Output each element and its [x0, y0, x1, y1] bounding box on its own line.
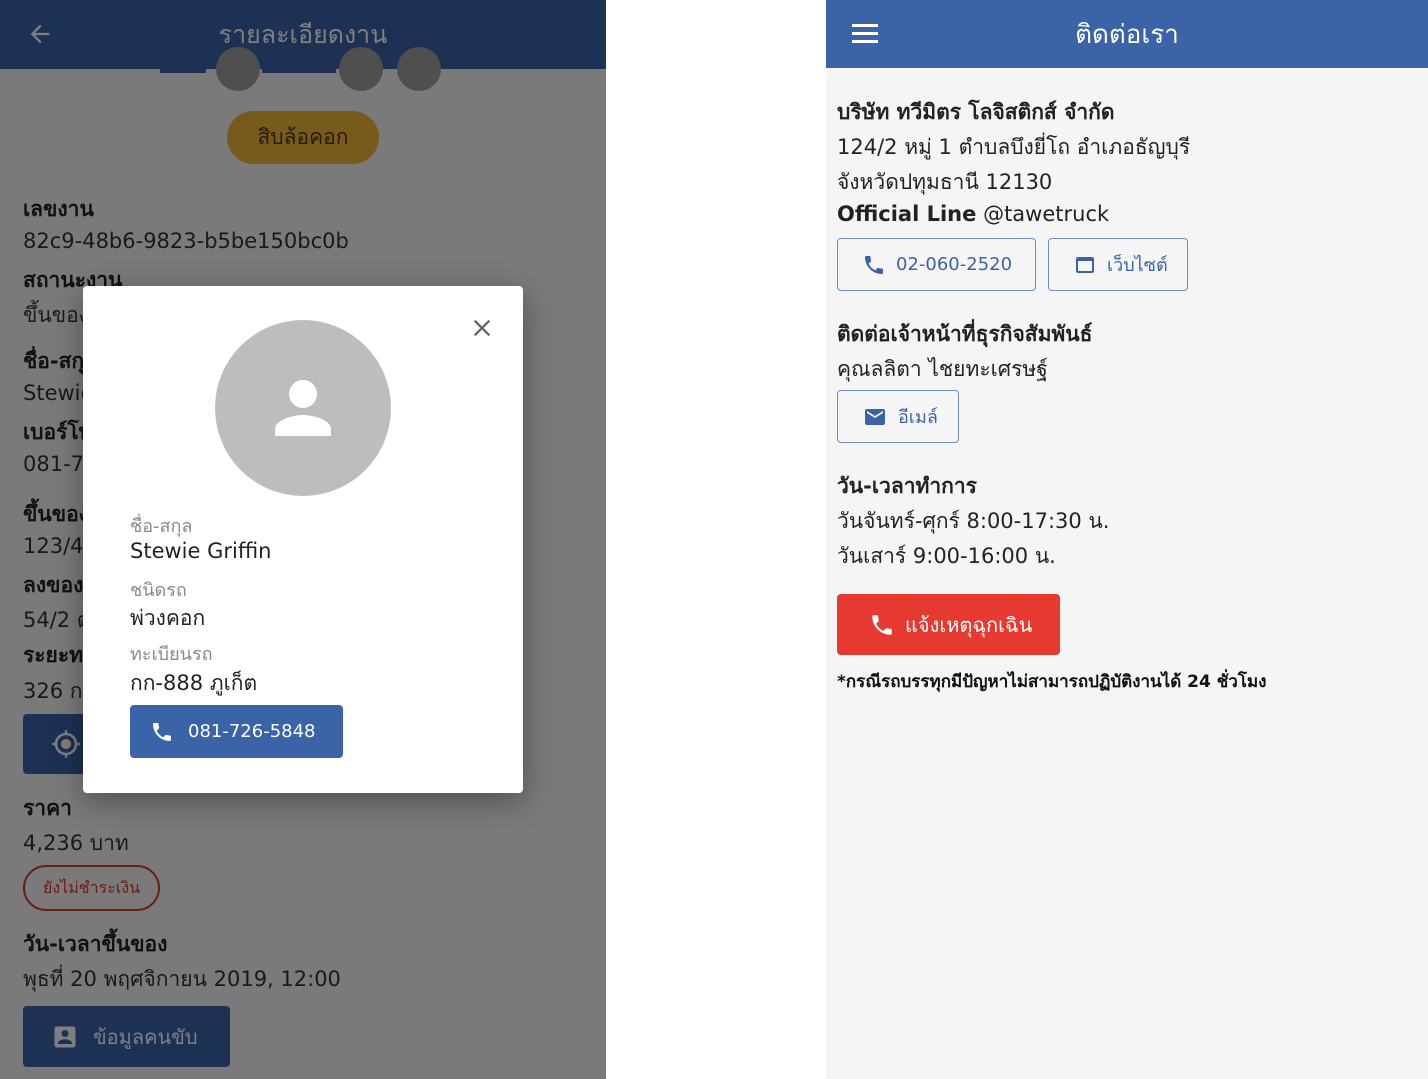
person-icon: [275, 380, 331, 436]
official-line-id: @tawetruck: [983, 202, 1110, 226]
emergency-note: *กรณีรถบรรทุกมีปัญหาไม่สามารถปฏิบัติงานไ…: [837, 672, 1267, 692]
app-bar: ติดต่อเรา: [826, 0, 1428, 68]
browser-window-icon: [1073, 253, 1097, 277]
plate-label: ทะเบียนรถ: [130, 644, 213, 665]
call-driver-button[interactable]: 081-726-5848: [130, 705, 343, 758]
official-line: Official Line @tawetruck: [837, 202, 1109, 226]
website-label: เว็บไซต์: [1107, 255, 1168, 276]
driver-name-value: Stewie Griffin: [130, 539, 272, 563]
official-line-label: Official Line: [837, 202, 977, 226]
emergency-label: แจ้งเหตุฉุกเฉิน: [905, 612, 1033, 637]
phone-icon: [150, 720, 174, 744]
address-line-2: จังหวัดปทุมธานี 12130: [837, 170, 1053, 194]
contact-screen: ติดต่อเรา บริษัท ทวีมิตร โลจิสติกส์ จำกั…: [826, 0, 1428, 1079]
driver-name-label: ชื่อ-สกุล: [130, 516, 193, 537]
vehicle-type-label: ชนิดรถ: [130, 580, 187, 601]
email-label: อีเมล์: [898, 407, 938, 428]
avatar: [215, 320, 391, 496]
hamburger-menu-icon[interactable]: [851, 20, 881, 48]
email-button[interactable]: อีเมล์: [837, 390, 959, 443]
job-detail-screen: รายละเอียดงาน สิบล้อคอก เลขงาน 82c9-48b6…: [0, 0, 606, 1079]
driver-info-dialog: ชื่อ-สกุล Stewie Griffin ชนิดรถ พ่วงคอก …: [83, 286, 523, 793]
page-title: ติดต่อเรา: [1075, 19, 1179, 50]
phone-icon: [869, 612, 895, 638]
relations-heading: ติดต่อเจ้าหน้าที่ธุรกิจสัมพันธ์: [837, 322, 1093, 346]
hours-heading: วัน-เวลาทำการ: [837, 474, 977, 498]
hours-saturday: วันเสาร์ 9:00-16:00 น.: [837, 544, 1056, 568]
plate-value: กก-888 ภูเก็ต: [130, 671, 258, 695]
call-office-label: 02-060-2520: [896, 254, 1013, 275]
phone-icon: [862, 253, 886, 277]
call-office-button[interactable]: 02-060-2520: [837, 238, 1036, 291]
company-name: บริษัท ทวีมิตร โลจิสติกส์ จำกัด: [837, 100, 1115, 124]
close-icon[interactable]: [468, 314, 496, 342]
website-button[interactable]: เว็บไซต์: [1048, 238, 1188, 291]
hours-weekday: วันจันทร์-ศุกร์ 8:00-17:30 น.: [837, 509, 1110, 533]
vehicle-type-value: พ่วงคอก: [130, 606, 206, 630]
relations-person: คุณลลิตา ไชยทะเศรษฐ์: [837, 357, 1048, 381]
mail-icon: [862, 405, 888, 429]
address-line-1: 124/2 หมู่ 1 ตำบลบึงยี่โถ อำเภอธัญบุรี: [837, 135, 1191, 159]
emergency-button[interactable]: แจ้งเหตุฉุกเฉิน: [837, 594, 1060, 655]
call-driver-label: 081-726-5848: [188, 721, 316, 742]
